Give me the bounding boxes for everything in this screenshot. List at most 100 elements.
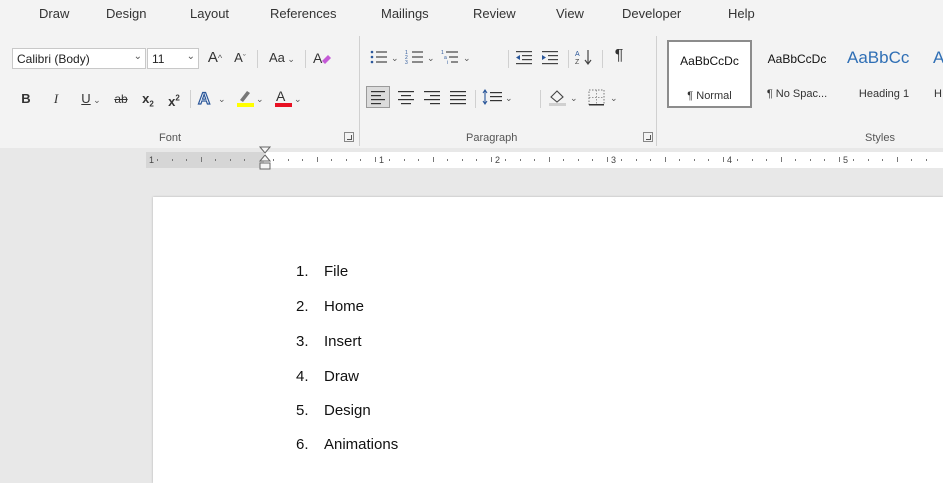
horizontal-ruler[interactable]: 1 1 2 3 4 5 (0, 148, 943, 172)
italic-button[interactable]: I (48, 90, 64, 108)
sort-button[interactable]: A Z (574, 48, 596, 66)
ruler-tick (476, 159, 477, 161)
multilevel-list-icon: 1 a i ⌄ (441, 50, 471, 66)
ruler-tick (433, 157, 434, 162)
style-preview: AaBbCcDc (767, 52, 827, 66)
ruler-tick (549, 157, 550, 162)
font-color-button[interactable]: A ⌄ (272, 88, 306, 108)
chevron-down-icon[interactable]: ⌄ (134, 51, 142, 62)
ruler-tick (389, 159, 390, 161)
line-spacing-button[interactable]: ⌄ (481, 87, 517, 107)
tab-review[interactable]: Review (473, 6, 516, 21)
highlight-color-button[interactable]: ⌄ (234, 88, 268, 108)
tab-help[interactable]: Help (728, 6, 755, 21)
ruler-tick (839, 157, 840, 162)
change-case-button[interactable]: Aa ⌄ (264, 49, 300, 68)
ruler-tick (578, 159, 579, 161)
ruler-tick (418, 159, 419, 161)
font-size-combo[interactable]: 11 ⌄ (147, 48, 199, 69)
tab-view[interactable]: View (556, 6, 584, 21)
style-heading-2[interactable]: A H (929, 40, 943, 108)
chevron-down-icon: ⌄ (90, 95, 101, 105)
divider (475, 90, 476, 108)
font-name-value: Calibri (Body) (17, 52, 90, 66)
style-normal[interactable]: AaBbCcDc ¶ Normal (667, 40, 752, 108)
shrink-font-button[interactable]: Aˇ (230, 49, 250, 67)
bold-button[interactable]: B (18, 90, 34, 108)
ruler-tick (172, 159, 173, 161)
borders-button[interactable]: ⌄ (586, 87, 622, 107)
justify-button[interactable] (447, 87, 469, 107)
ruler-tick (607, 157, 608, 162)
increase-indent-button[interactable] (540, 48, 562, 66)
divider (305, 50, 306, 68)
svg-text:⌄: ⌄ (610, 93, 618, 103)
subscript-button[interactable]: x2 (138, 90, 158, 114)
ruler-number: 5 (843, 155, 849, 165)
svg-text:⌄: ⌄ (505, 93, 513, 103)
menu-bar: Draw Design Layout References Mailings R… (0, 0, 943, 30)
ruler-tick (650, 159, 651, 161)
ruler-tick (766, 159, 767, 161)
style-preview: AaBbCcDc (680, 54, 739, 68)
font-color-icon: A ⌄ (275, 88, 302, 107)
ruler-tick (853, 159, 854, 161)
bullets-button[interactable]: ⌄ (369, 48, 403, 66)
ruler-tick (911, 159, 912, 161)
divider (257, 50, 258, 68)
chevron-down-icon[interactable]: ⌄ (187, 51, 195, 62)
ruler-tick (694, 159, 695, 161)
superscript-button[interactable]: x2 (164, 90, 184, 111)
style-name: ¶ No Spac... (766, 88, 828, 100)
grow-font-button[interactable]: A^ (205, 49, 225, 67)
ruler-tick (447, 159, 448, 161)
font-dialog-launcher-icon[interactable] (344, 132, 354, 142)
tab-draw[interactable]: Draw (39, 6, 69, 21)
strikethrough-button[interactable]: ab (110, 90, 132, 108)
tab-developer[interactable]: Developer (622, 6, 681, 21)
ruler-tick (723, 157, 724, 162)
ruler-tick (186, 159, 187, 161)
text-effects-button[interactable]: A ⌄ (196, 88, 230, 108)
bold-icon: B (21, 91, 31, 106)
group-divider (359, 36, 360, 146)
font-name-combo[interactable]: Calibri (Body) ⌄ (12, 48, 146, 69)
document-page[interactable]: 1. File 2. Home 3. Insert 4. Draw 5. Des… (153, 197, 943, 483)
divider (602, 50, 603, 68)
svg-text:A: A (575, 51, 580, 58)
shading-bucket-icon: ⌄ (549, 90, 578, 106)
paragraph-group-label: Paragraph (466, 132, 518, 144)
show-formatting-marks-button[interactable]: ¶ (609, 47, 629, 65)
justify-icon (450, 91, 466, 105)
tab-layout[interactable]: Layout (190, 6, 229, 21)
svg-text:3: 3 (405, 60, 408, 66)
style-heading-1[interactable]: AaBbCc Heading 1 (842, 40, 926, 108)
multilevel-list-button[interactable]: 1 a i ⌄ (441, 48, 475, 66)
numbering-button[interactable]: 1 2 3 ⌄ (405, 48, 439, 66)
clear-formatting-button[interactable]: A (311, 49, 333, 67)
tab-references[interactable]: References (270, 6, 336, 21)
paragraph-dialog-launcher-icon[interactable] (643, 132, 653, 142)
indent-marker-icon[interactable] (259, 146, 271, 174)
align-right-button[interactable] (421, 87, 443, 107)
style-no-spacing[interactable]: AaBbCcDc ¶ No Spac... (755, 40, 839, 108)
ruler-tick (520, 159, 521, 161)
tab-design[interactable]: Design (106, 6, 146, 21)
increase-indent-icon (542, 51, 558, 65)
style-name: H (934, 88, 942, 100)
tab-mailings[interactable]: Mailings (381, 6, 429, 21)
line-spacing-icon: ⌄ (482, 89, 513, 105)
italic-icon: I (53, 91, 59, 106)
decrease-indent-button[interactable] (514, 48, 536, 66)
list-text: Draw (324, 368, 360, 385)
ruler-tick (331, 159, 332, 161)
svg-text:⌄: ⌄ (294, 94, 302, 104)
style-name: ¶ Normal (687, 90, 732, 102)
underline-button[interactable]: U ⌄ (76, 90, 106, 109)
shrink-font-icon: A (234, 50, 243, 65)
align-left-button[interactable] (366, 86, 390, 108)
ruler-tick (201, 157, 202, 162)
shading-button[interactable]: ⌄ (546, 87, 582, 107)
list-text: Home (324, 298, 365, 315)
align-center-button[interactable] (395, 87, 417, 107)
